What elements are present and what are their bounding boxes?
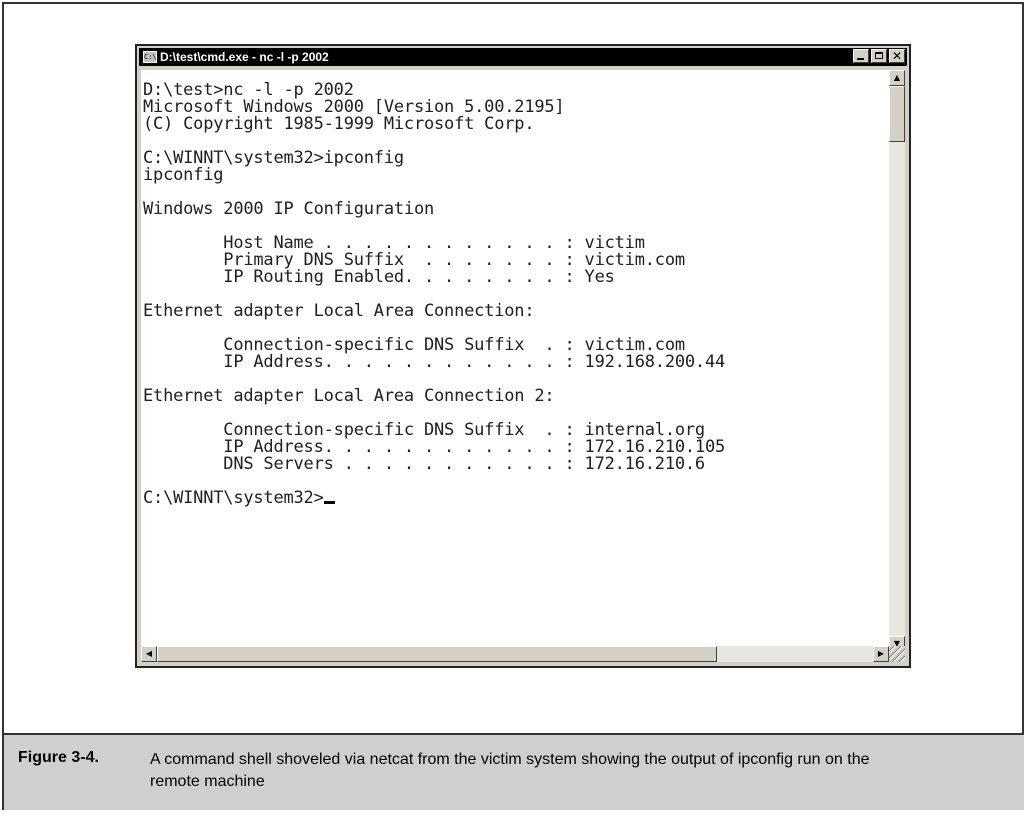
console-lines: D:\test>nc -l -p 2002 Microsoft Windows … (143, 80, 725, 474)
vertical-scrollbar[interactable]: ▲ ▼ (889, 70, 905, 652)
scroll-left-button[interactable]: ◀ (141, 646, 157, 662)
console-line: Windows 2000 IP Configuration (143, 199, 435, 219)
minimize-button[interactable] (853, 49, 869, 63)
scroll-right-button[interactable]: ▶ (873, 646, 889, 662)
caption-label: Figure 3-4. (18, 749, 99, 766)
figure-caption: Figure 3-4. A command shell shoveled via… (4, 733, 1024, 810)
console-text: D:\test>nc -l -p 2002 Microsoft Windows … (141, 70, 889, 507)
figure-frame: C:\ D:\test\cmd.exe - nc -l -p 2002 ✕ D:… (2, 2, 1024, 810)
console-line: IP Address. . . . . . . . . . . . : 192.… (223, 352, 726, 372)
vertical-scroll-thumb[interactable] (889, 86, 905, 142)
console-line: Ethernet adapter Local Area Connection: (143, 301, 535, 321)
console-window: C:\ D:\test\cmd.exe - nc -l -p 2002 ✕ D:… (135, 44, 911, 668)
caption-text: A command shell shoveled via netcat from… (150, 751, 870, 790)
window-controls: ✕ (853, 49, 905, 63)
maximize-button[interactable] (871, 49, 887, 63)
console-output[interactable]: D:\test>nc -l -p 2002 Microsoft Windows … (141, 70, 889, 652)
text-cursor (323, 501, 335, 504)
console-line: DNS Servers . . . . . . . . . . . : 172.… (223, 454, 705, 474)
title-bar[interactable]: C:\ D:\test\cmd.exe - nc -l -p 2002 ✕ (139, 48, 907, 66)
resize-grip[interactable] (889, 646, 905, 662)
console-line: Ethernet adapter Local Area Connection 2… (143, 386, 555, 406)
console-line: (C) Copyright 1985-1999 Microsoft Corp. (143, 114, 535, 134)
console-line: ipconfig (143, 165, 224, 185)
scroll-up-button[interactable]: ▲ (889, 70, 905, 86)
close-button[interactable]: ✕ (889, 49, 905, 63)
horizontal-scroll-thumb[interactable] (157, 646, 717, 662)
cmd-icon[interactable]: C:\ (143, 51, 157, 63)
console-line: IP Routing Enabled. . . . . . . . : Yes (223, 267, 615, 287)
window-title: D:\test\cmd.exe - nc -l -p 2002 (160, 50, 329, 64)
current-prompt: C:\WINNT\system32> (143, 488, 324, 508)
horizontal-scrollbar[interactable]: ◀ ▶ (141, 646, 889, 662)
